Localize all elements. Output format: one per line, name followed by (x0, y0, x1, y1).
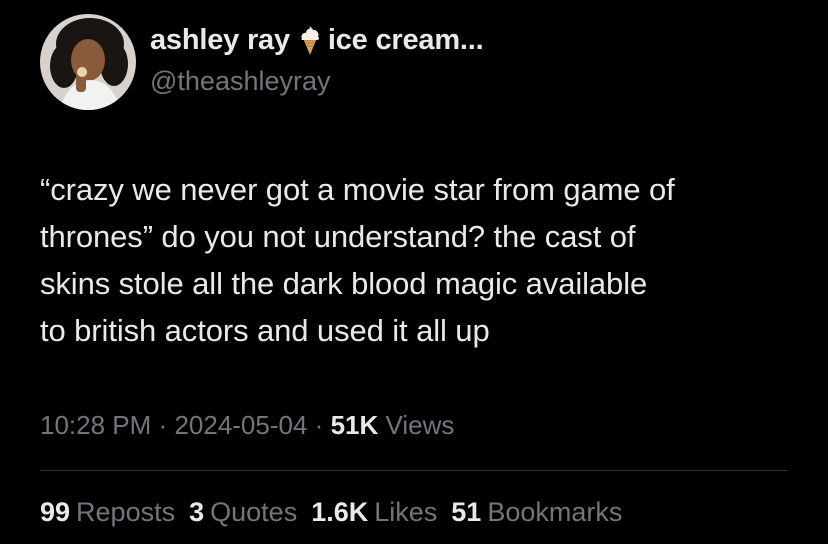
display-name-suffix: ice cream... (327, 24, 484, 56)
avatar-image (40, 14, 136, 110)
display-name-text: ashley ray (150, 24, 290, 56)
quotes-label: Quotes (210, 497, 298, 527)
ice-cream-cone-icon (299, 26, 321, 56)
views-label: Views (385, 410, 455, 440)
bookmarks-stat[interactable]: 51 Bookmarks (451, 497, 622, 528)
avatar[interactable] (40, 14, 136, 110)
meta-separator: · (158, 410, 168, 440)
likes-count: 1.6K (311, 497, 369, 527)
tweet-text-line: skins stole all the dark blood magic ava… (40, 266, 648, 301)
tweet-text-line: “crazy we never got a movie star from ga… (40, 172, 675, 207)
bookmarks-count: 51 (451, 497, 482, 527)
likes-label: Likes (374, 497, 438, 527)
tweet-text: “crazy we never got a movie star from ga… (40, 166, 800, 354)
author-display-name[interactable]: ashley ray ice cream... (150, 24, 484, 57)
tweet-text-line: thrones” do you not understand? the cast… (40, 219, 636, 254)
quotes-stat[interactable]: 3 Quotes (189, 497, 297, 528)
bookmarks-label: Bookmarks (487, 497, 623, 527)
tweet-time[interactable]: 10:28 PM (40, 410, 151, 440)
reposts-stat[interactable]: 99 Reposts (40, 497, 175, 528)
divider (40, 470, 788, 471)
quotes-count: 3 (189, 497, 205, 527)
views-count: 51K (330, 410, 379, 440)
meta-separator: · (314, 410, 324, 440)
author-handle[interactable]: @theashleyray (150, 66, 331, 97)
engagement-stats: 99 Reposts 3 Quotes 1.6K Likes 51 Bookmarks (40, 497, 622, 528)
reposts-label: Reposts (76, 497, 176, 527)
tweet-meta: 10:28 PM · 2024-05-04 · 51K Views (40, 410, 454, 441)
reposts-count: 99 (40, 497, 71, 527)
tweet-text-line: to british actors and used it all up (40, 313, 490, 348)
tweet-date[interactable]: 2024-05-04 (174, 410, 307, 440)
likes-stat[interactable]: 1.6K Likes (311, 497, 437, 528)
